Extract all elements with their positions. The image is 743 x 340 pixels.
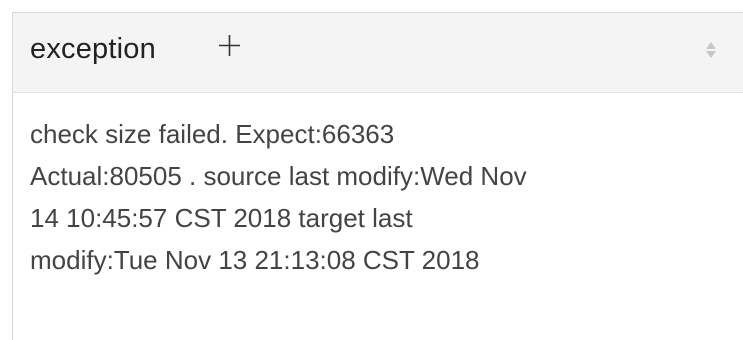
exception-line: check size failed. Expect:66363 [30, 119, 395, 149]
plus-icon[interactable] [218, 34, 241, 57]
exception-line: Actual:80505 . source last modify:Wed No… [30, 161, 527, 191]
column-header[interactable]: exception [13, 13, 743, 93]
exception-cell: check size failed. Expect:66363 Actual:8… [30, 113, 730, 281]
exception-line: modify:Tue Nov 13 21:13:08 CST 2018 [30, 245, 480, 275]
table-column-panel: exception check size failed. Expect:6636… [12, 12, 743, 340]
sort-diamond-icon[interactable] [704, 39, 718, 61]
column-title: exception [30, 33, 156, 65]
exception-line: 14 10:45:57 CST 2018 target last [30, 203, 413, 233]
screenshot-stage: exception check size failed. Expect:6636… [0, 0, 743, 340]
